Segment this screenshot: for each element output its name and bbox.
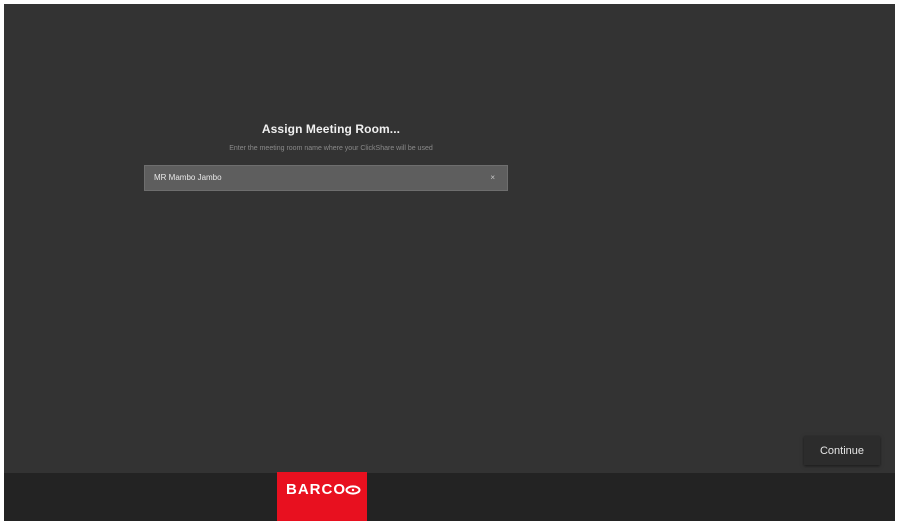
dialog-title: Assign Meeting Room... <box>261 122 401 136</box>
footer-bar <box>4 473 895 521</box>
setup-screen: Assign Meeting Room... Enter the meeting… <box>4 4 895 521</box>
clear-icon[interactable]: × <box>490 166 495 190</box>
dialog-subtitle: Enter the meeting room name where your C… <box>229 145 433 152</box>
meeting-room-input[interactable] <box>145 166 475 190</box>
meeting-room-field[interactable]: × <box>144 165 508 191</box>
barco-mark-icon <box>345 485 361 495</box>
continue-button[interactable]: Continue <box>804 436 880 465</box>
barco-logo: BARCO <box>277 472 367 521</box>
barco-logo-text: BARCO <box>286 481 346 498</box>
